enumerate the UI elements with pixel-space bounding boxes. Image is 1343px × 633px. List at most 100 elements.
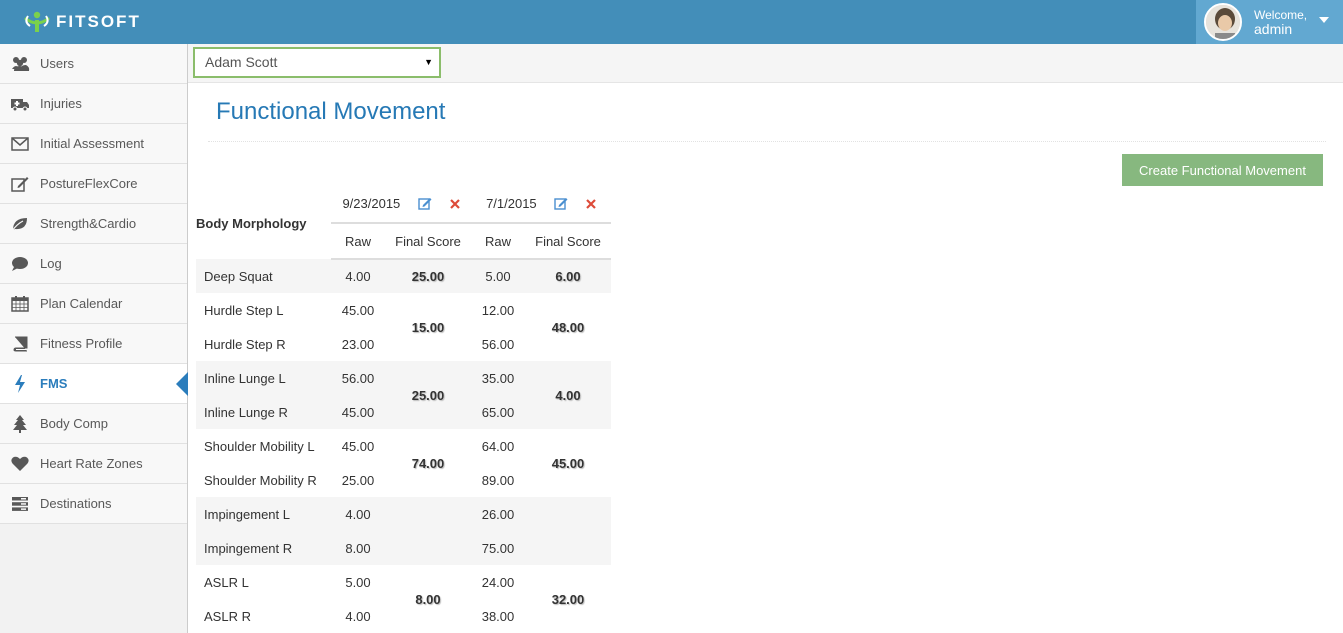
table-row: Hurdle Step L 45.00 15.00 12.00 48.00 — [196, 293, 611, 335]
date-label: 9/23/2015 — [342, 196, 401, 212]
sidebar-item-label: Destinations — [40, 496, 112, 511]
delete-icon[interactable] — [586, 197, 596, 212]
raw-value: 35.00 — [471, 361, 525, 395]
sidebar-item-strength-cardio[interactable]: Strength&Cardio — [0, 204, 187, 244]
username: admin — [1254, 21, 1293, 37]
body-morphology-header: Body Morphology — [196, 215, 307, 231]
table-row: ASLR L 5.00 8.00 24.00 32.00 — [196, 565, 611, 607]
table-row: Inline Lunge L 56.00 25.00 35.00 4.00 — [196, 361, 611, 429]
final-score-value — [525, 497, 611, 565]
sidebar-item-fitness-profile[interactable]: Fitness Profile — [0, 324, 187, 364]
final-score-value: 32.00 — [551, 591, 585, 607]
user-select[interactable]: Adam Scott ▼ — [193, 47, 441, 78]
user-menu[interactable]: Welcome, admin — [1196, 0, 1343, 44]
top-navbar: FITSOFT Welcome, admin — [0, 0, 1343, 44]
heart-icon — [0, 456, 40, 472]
sidebar-item-injuries[interactable]: Injuries — [0, 84, 187, 124]
sidebar-item-label: Injuries — [40, 96, 82, 111]
final-score-value: 45.00 — [551, 455, 585, 471]
raw-value: 45.00 — [341, 438, 375, 454]
movement-name: Hurdle Step L — [204, 302, 284, 318]
leaf-icon — [0, 216, 40, 232]
sidebar-item-label: FMS — [40, 376, 68, 391]
raw-value: 38.00 — [481, 608, 515, 624]
welcome-label: Welcome, — [1254, 8, 1308, 22]
sidebar-item-body-comp[interactable]: Body Comp — [0, 404, 187, 444]
sidebar-item-label: Heart Rate Zones — [40, 456, 143, 471]
date-header: 7/1/2015 — [471, 187, 611, 224]
fms-table: Body Morphology 9/23/2015 7/1/2015 Raw F… — [196, 187, 611, 633]
raw-value: 45.00 — [331, 395, 385, 429]
final-score-value: 6.00 — [525, 259, 611, 293]
caret-down-icon[interactable] — [1319, 17, 1329, 23]
page-title: Functional Movement — [216, 98, 446, 125]
raw-value: 4.00 — [331, 259, 385, 293]
title-divider — [208, 141, 1326, 142]
sidebar-item-label: Strength&Cardio — [40, 216, 137, 231]
raw-value: 26.00 — [471, 497, 525, 531]
movement-name: Impingement L — [196, 497, 331, 531]
movement-name: Deep Squat — [196, 259, 331, 293]
table-row: Deep Squat 4.00 25.00 5.00 6.00 — [196, 259, 611, 293]
sidebar-item-label: Log — [40, 256, 62, 271]
user-selector-bar: Adam Scott ▼ — [188, 44, 1343, 83]
movement-name: Hurdle Step R — [204, 336, 286, 352]
sidebar-item-initial-assessment[interactable]: Initial Assessment — [0, 124, 187, 164]
movement-name: Shoulder Mobility R — [204, 472, 317, 488]
sidebar-item-label: Body Comp — [40, 416, 108, 431]
raw-value: 64.00 — [481, 438, 515, 454]
sidebar-item-label: Users — [40, 56, 74, 71]
raw-value: 75.00 — [471, 531, 525, 565]
raw-value: 5.00 — [345, 574, 371, 590]
envelope-icon — [0, 136, 40, 151]
raw-value: 24.00 — [481, 574, 515, 590]
raw-value: 12.00 — [481, 302, 515, 318]
book-icon — [0, 336, 40, 352]
date-header: 9/23/2015 — [331, 187, 471, 224]
list-icon — [0, 496, 40, 512]
sidebar-item-postureflexcore[interactable]: PostureFlexCore — [0, 164, 187, 204]
sidebar-item-log[interactable]: Log — [0, 244, 187, 284]
movement-name: Shoulder Mobility L — [204, 438, 315, 454]
raw-value: 8.00 — [331, 531, 385, 565]
raw-value: 56.00 — [331, 361, 385, 395]
final-score-value: 15.00 — [411, 319, 445, 335]
movement-name: Impingement R — [196, 531, 331, 565]
user-select-value: Adam Scott — [205, 54, 278, 70]
edit-icon[interactable] — [554, 197, 568, 213]
table-row: Shoulder Mobility L 45.00 74.00 64.00 45… — [196, 429, 611, 471]
sidebar-item-destinations[interactable]: Destinations — [0, 484, 187, 524]
final-score-header: Final Score — [525, 223, 611, 260]
movement-name: ASLR L — [204, 574, 249, 590]
raw-header: Raw — [471, 223, 525, 260]
raw-value: 65.00 — [471, 395, 525, 429]
sidebar-item-fms[interactable]: FMS — [0, 364, 188, 404]
raw-value: 5.00 — [471, 259, 525, 293]
raw-value: 25.00 — [341, 472, 375, 488]
avatar — [1204, 3, 1242, 41]
final-score-value: 74.00 — [411, 455, 445, 471]
delete-icon[interactable] — [449, 197, 460, 212]
movement-name: Inline Lunge L — [196, 361, 331, 395]
brand-logo[interactable]: FITSOFT — [22, 8, 141, 36]
create-functional-movement-button[interactable]: Create Functional Movement — [1122, 154, 1323, 186]
raw-value: 23.00 — [341, 336, 375, 352]
movement-name: Inline Lunge R — [196, 395, 331, 429]
sidebar-item-label: Initial Assessment — [40, 136, 145, 151]
calendar-icon — [0, 295, 40, 312]
final-score-value: 25.00 — [385, 361, 471, 429]
sidebar-item-label: Plan Calendar — [40, 296, 123, 311]
sidebar: Users Injuries Initial Assessment Postur… — [0, 44, 188, 633]
final-score-value — [385, 497, 471, 565]
comment-icon — [0, 256, 40, 272]
raw-value: 45.00 — [341, 302, 375, 318]
sidebar-item-heart-rate-zones[interactable]: Heart Rate Zones — [0, 444, 187, 484]
bolt-icon — [0, 374, 40, 393]
sidebar-item-users[interactable]: Users — [0, 44, 187, 84]
edit-icon[interactable] — [418, 197, 432, 213]
final-score-value: 8.00 — [415, 591, 441, 607]
table-row: Impingement L 4.00 26.00 — [196, 497, 611, 565]
sidebar-item-plan-calendar[interactable]: Plan Calendar — [0, 284, 187, 324]
final-score-value: 25.00 — [385, 259, 471, 293]
brand-name: FITSOFT — [56, 12, 141, 31]
